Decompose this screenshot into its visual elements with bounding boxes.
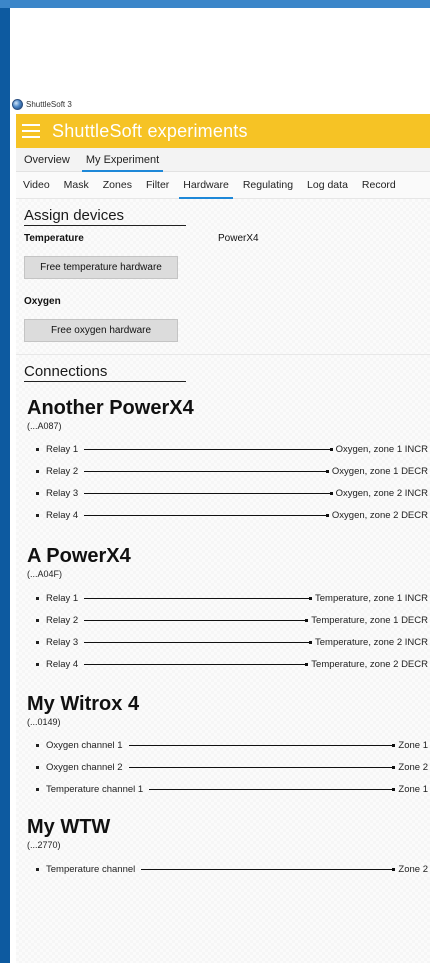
section-tabs: Video Mask Zones Filter Hardware Regulat… bbox=[16, 172, 430, 199]
connection-source: Relay 4 bbox=[46, 658, 79, 670]
connection-source: Relay 3 bbox=[46, 636, 79, 648]
connection-row[interactable]: Temperature channel Zone 2 bbox=[36, 862, 428, 876]
connection-row[interactable]: Relay 1 Oxygen, zone 1 INCR bbox=[36, 442, 428, 456]
device-title: A PowerX4 bbox=[27, 545, 131, 567]
connection-source: Relay 2 bbox=[46, 614, 79, 626]
bullet-icon bbox=[36, 513, 39, 517]
free-oxygen-button[interactable]: Free oxygen hardware bbox=[24, 319, 178, 342]
tab-mask[interactable]: Mask bbox=[57, 172, 96, 199]
connection-source: Relay 3 bbox=[46, 487, 79, 499]
connection-target: Temperature, zone 1 INCR bbox=[315, 592, 428, 604]
connection-target: Oxygen, zone 1 DECR bbox=[331, 465, 428, 477]
tab-my-experiment[interactable]: My Experiment bbox=[78, 154, 167, 172]
hardware-panel: Assign devices Temperature PowerX4 Free … bbox=[16, 199, 430, 963]
connections-heading: Connections bbox=[24, 363, 186, 382]
tab-video[interactable]: Video bbox=[16, 172, 57, 199]
connection-row[interactable]: Relay 3 Temperature, zone 2 INCR bbox=[36, 635, 428, 649]
connection-target: Oxygen, zone 2 DECR bbox=[331, 509, 428, 521]
desktop-top-strip bbox=[0, 0, 430, 8]
connection-line bbox=[84, 618, 309, 622]
bullet-icon bbox=[36, 491, 39, 495]
assign-devices-heading: Assign devices bbox=[24, 207, 186, 226]
connection-line bbox=[149, 787, 396, 791]
connection-row[interactable]: Relay 2 Oxygen, zone 1 DECR bbox=[36, 464, 428, 478]
tab-regulating[interactable]: Regulating bbox=[236, 172, 300, 199]
connection-target: Temperature, zone 2 INCR bbox=[315, 636, 428, 648]
connection-target: Temperature, zone 1 DECR bbox=[311, 614, 428, 626]
tab-overview[interactable]: Overview bbox=[16, 154, 78, 171]
device-title: My WTW bbox=[27, 816, 111, 838]
device-id: (...A087) bbox=[27, 421, 62, 431]
connection-row[interactable]: Relay 2 Temperature, zone 1 DECR bbox=[36, 613, 428, 627]
connection-line bbox=[141, 867, 396, 871]
connection-source: Temperature channel bbox=[46, 863, 136, 875]
device-title: Another PowerX4 bbox=[27, 397, 194, 419]
connection-target: Oxygen, zone 1 INCR bbox=[335, 443, 428, 455]
connection-source: Oxygen channel 1 bbox=[46, 739, 123, 751]
connection-row[interactable]: Relay 4 Oxygen, zone 2 DECR bbox=[36, 508, 428, 522]
bullet-icon bbox=[36, 447, 39, 451]
connection-line bbox=[128, 743, 396, 747]
device-id: (...A04F) bbox=[27, 569, 63, 579]
hamburger-menu-icon[interactable] bbox=[22, 124, 40, 138]
connection-line bbox=[128, 765, 396, 769]
bullet-icon bbox=[36, 787, 39, 791]
bullet-icon bbox=[36, 867, 39, 871]
connection-line bbox=[84, 469, 329, 473]
app-title: ShuttleSoft experiments bbox=[52, 120, 248, 141]
window-titlebar: ShuttleSoft 3 bbox=[10, 94, 430, 114]
connection-target: Zone 1 bbox=[398, 783, 428, 795]
temperature-device-value: PowerX4 bbox=[218, 233, 259, 244]
device-id: (...0149) bbox=[27, 717, 61, 727]
connection-source: Temperature channel 1 bbox=[46, 783, 144, 795]
connection-line bbox=[84, 662, 309, 666]
connection-target: Zone 2 bbox=[398, 761, 428, 773]
tab-log-data[interactable]: Log data bbox=[300, 172, 355, 199]
bullet-icon bbox=[36, 662, 39, 666]
connection-row[interactable]: Relay 4 Temperature, zone 2 DECR bbox=[36, 657, 428, 671]
connection-row[interactable]: Oxygen channel 1 Zone 1 bbox=[36, 738, 428, 752]
connection-row[interactable]: Relay 1 Temperature, zone 1 INCR bbox=[36, 591, 428, 605]
connection-source: Relay 2 bbox=[46, 465, 79, 477]
connection-line bbox=[84, 447, 333, 451]
app-header: ShuttleSoft experiments bbox=[16, 114, 430, 148]
connection-line bbox=[84, 491, 333, 495]
connection-target: Zone 2 bbox=[398, 863, 428, 875]
tab-hardware[interactable]: Hardware bbox=[176, 172, 236, 199]
experiment-tabs: Overview My Experiment bbox=[16, 148, 430, 172]
connection-line bbox=[84, 640, 312, 644]
connection-source: Relay 4 bbox=[46, 509, 79, 521]
bullet-icon bbox=[36, 618, 39, 622]
section-divider bbox=[16, 354, 430, 355]
connection-row[interactable]: Temperature channel 1 Zone 1 bbox=[36, 782, 428, 796]
bullet-icon bbox=[36, 765, 39, 769]
connection-source: Oxygen channel 2 bbox=[46, 761, 123, 773]
tab-filter[interactable]: Filter bbox=[139, 172, 176, 199]
bullet-icon bbox=[36, 596, 39, 600]
oxygen-label: Oxygen bbox=[24, 296, 61, 307]
connection-line bbox=[84, 513, 329, 517]
temperature-label: Temperature bbox=[24, 233, 84, 244]
connection-target: Temperature, zone 2 DECR bbox=[311, 658, 428, 670]
connection-source: Relay 1 bbox=[46, 443, 79, 455]
bullet-icon bbox=[36, 743, 39, 747]
connection-target: Zone 1 bbox=[398, 739, 428, 751]
bullet-icon bbox=[36, 469, 39, 473]
device-title: My Witrox 4 bbox=[27, 693, 140, 715]
connection-row[interactable]: Relay 3 Oxygen, zone 2 INCR bbox=[36, 486, 428, 500]
connection-target: Oxygen, zone 2 INCR bbox=[335, 487, 428, 499]
tab-record[interactable]: Record bbox=[355, 172, 403, 199]
app-window: ShuttleSoft 3 ShuttleSoft experiments Ov… bbox=[10, 8, 430, 963]
app-logo-icon bbox=[12, 98, 23, 110]
connection-line bbox=[84, 596, 312, 600]
bullet-icon bbox=[36, 640, 39, 644]
tab-zones[interactable]: Zones bbox=[96, 172, 139, 199]
connection-row[interactable]: Oxygen channel 2 Zone 2 bbox=[36, 760, 428, 774]
connection-source: Relay 1 bbox=[46, 592, 79, 604]
free-temperature-button[interactable]: Free temperature hardware bbox=[24, 256, 178, 279]
window-title: ShuttleSoft 3 bbox=[26, 99, 72, 109]
device-id: (...2770) bbox=[27, 840, 61, 850]
